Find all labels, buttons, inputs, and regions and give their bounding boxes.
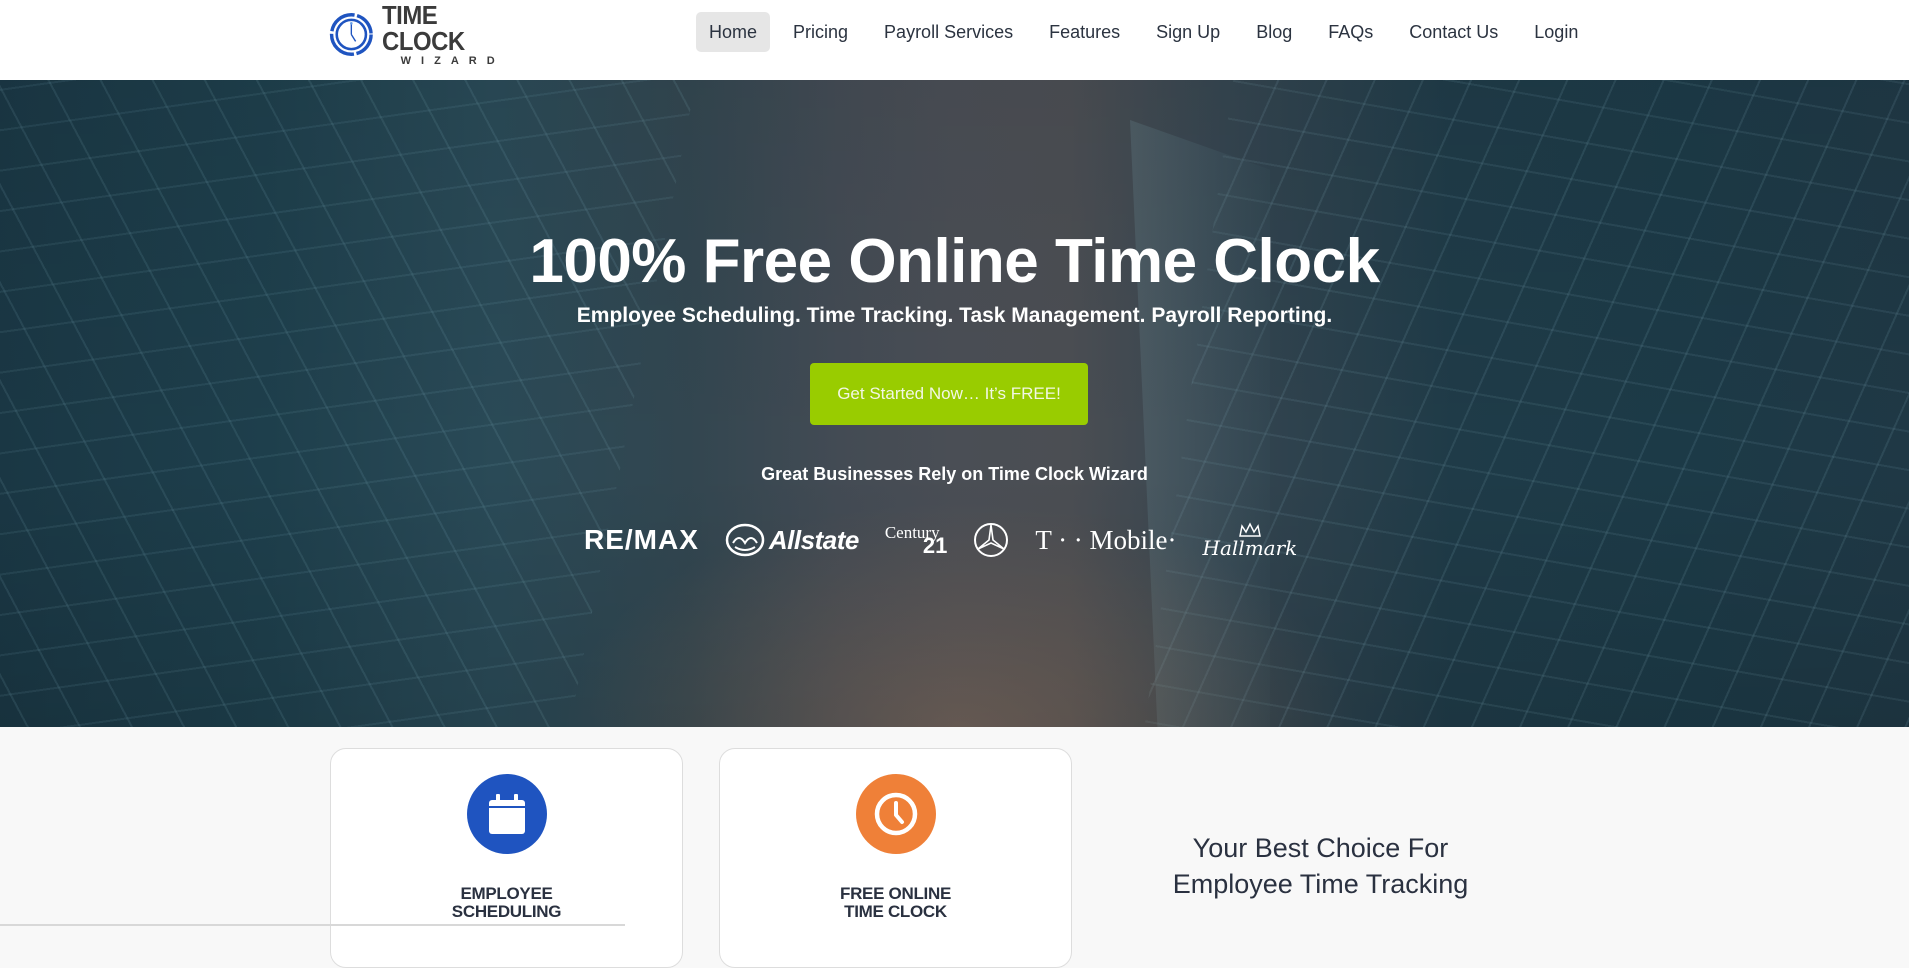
trusted-by-heading: Great Businesses Rely on Time Clock Wiza… [761,464,1148,484]
mercedes-logo [973,522,1009,558]
hero-title: 100% Free Online Time Clock [529,227,1380,296]
nav-blog[interactable]: Blog [1243,12,1305,52]
feature-card-employee-scheduling[interactable]: EMPLOYEE SCHEDULING [330,748,683,968]
tagline-line2: Employee Time Tracking [1172,869,1469,899]
nav-faqs[interactable]: FAQs [1315,12,1386,52]
client-logos: RE/MAX Allstate Century 21 T · · Mobile· [584,518,1323,562]
clock-icon [874,792,918,836]
allstate-hands-icon [725,523,765,557]
nav-menu: Home Pricing Payroll Services Features S… [696,12,1601,52]
calendar-icon [489,794,525,834]
allstate-wordmark: Allstate [768,524,859,555]
feature-card-title-line1: FREE ONLINE [840,884,951,903]
nav-home[interactable]: Home [696,12,771,52]
time-clock-wizard-logo[interactable]: TIME CLOCK WIZARD [329,2,519,66]
tagline-line1: Your Best Choice For [1192,833,1449,863]
logo-title: TIME CLOCK [381,0,465,56]
best-choice-tagline: Your Best Choice For Employee Time Track… [1100,830,1541,902]
calendar-icon-badge [467,774,547,854]
feature-card-title-line2: TIME CLOCK [844,902,947,921]
hallmark-logo: Hallmark [1202,522,1298,560]
nav-contact-us[interactable]: Contact Us [1396,12,1511,52]
century21-number: 21 [922,532,948,558]
feature-card-free-online-time-clock[interactable]: FREE ONLINE TIME CLOCK [719,748,1072,968]
clock-icon-badge [856,774,936,854]
hallmark-wordmark: Hallmark [1202,536,1298,560]
clock-logo-icon [329,12,373,56]
get-started-button[interactable]: Get Started Now… It’s FREE! [810,363,1088,425]
nav-payroll-services[interactable]: Payroll Services [871,12,1026,52]
top-navigation: TIME CLOCK WIZARD Home Pricing Payroll S… [0,0,1909,80]
nav-features[interactable]: Features [1036,12,1133,52]
feature-card-title: EMPLOYEE SCHEDULING [331,885,682,921]
features-section: EMPLOYEE SCHEDULING FREE ONLINE TIME CLO… [0,727,1909,968]
feature-card-title-line2: SCHEDULING [451,902,562,921]
mercedes-star-icon [974,523,1009,557]
hero-banner: 100% Free Online Time Clock Employee Sch… [0,80,1909,727]
nav-sign-up[interactable]: Sign Up [1143,12,1233,52]
remax-logo: RE/MAX [584,524,699,555]
feature-card-title-line1: EMPLOYEE [460,884,553,903]
tmobile-logo: T · · Mobile· [1035,524,1177,555]
hero-subtitle: Employee Scheduling. Time Tracking. Task… [576,304,1333,327]
feature-card-title: FREE ONLINE TIME CLOCK [720,885,1071,921]
allstate-logo: Allstate [725,523,859,557]
nav-pricing[interactable]: Pricing [780,12,861,52]
logo-subtitle: WIZARD [400,54,505,67]
nav-login[interactable]: Login [1521,12,1591,52]
century21-logo: Century 21 [885,524,947,557]
